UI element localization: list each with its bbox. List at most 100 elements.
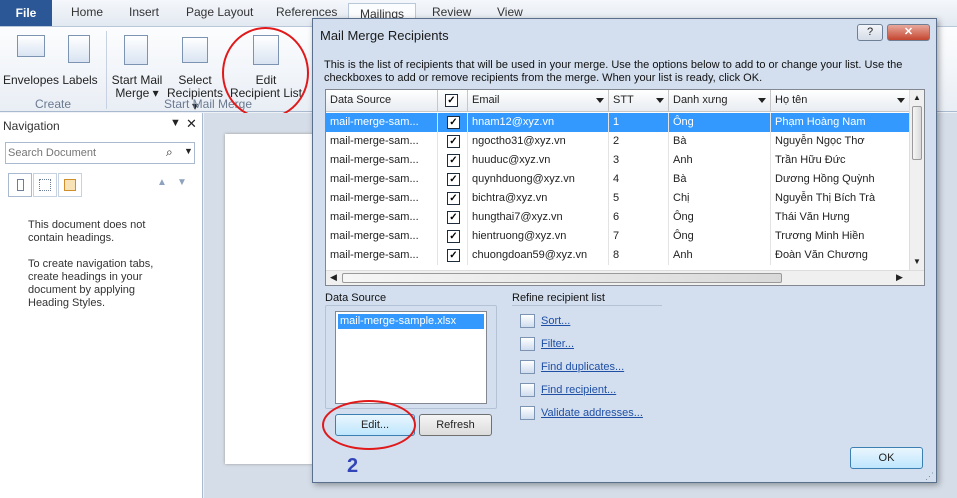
chevron-down-icon[interactable]: ▼ xyxy=(170,117,181,129)
cell-email: hientruong@xyz.vn xyxy=(468,227,609,246)
select-all-checkbox[interactable]: ✓ xyxy=(445,94,458,107)
select-recipients-button[interactable]: Select Recipients ▾ xyxy=(166,33,224,113)
browse-headings-tab[interactable] xyxy=(8,173,32,197)
chevron-down-icon[interactable] xyxy=(656,98,664,103)
data-source-list[interactable]: mail-merge-sample.xlsx xyxy=(335,311,487,404)
column-header-email[interactable]: Email xyxy=(468,90,609,112)
cell-ho-ten: Đoàn Văn Chương xyxy=(771,246,910,265)
step-number-2: 2 xyxy=(347,455,359,477)
cell-checkbox: ✓ xyxy=(438,189,468,208)
column-header-data-source[interactable]: Data Source xyxy=(326,90,438,112)
cell-ho-ten: Dương Hồng Quỳnh xyxy=(771,170,910,189)
column-header-danh-xung[interactable]: Danh xưng xyxy=(669,90,771,112)
dialog-description: This is the list of recipients that will… xyxy=(324,59,903,84)
cell-ho-ten: Trương Minh Hiền xyxy=(771,227,910,246)
grid-horizontal-scrollbar[interactable]: ◀ ▶ xyxy=(326,270,924,285)
cell-danh-xung: Anh xyxy=(669,246,771,265)
cell-checkbox: ✓ xyxy=(438,113,468,132)
ok-button[interactable]: OK xyxy=(850,447,923,469)
find-recipient-icon xyxy=(520,383,535,397)
no-headings-message: This document does not contain headings. xyxy=(28,219,146,244)
tab-home[interactable]: Home xyxy=(71,5,103,19)
grid-vertical-scrollbar[interactable]: ▲ ▼ xyxy=(909,90,924,271)
include-recipient-checkbox[interactable]: ✓ xyxy=(447,211,460,224)
include-recipient-checkbox[interactable]: ✓ xyxy=(447,249,460,262)
tab-review[interactable]: Review xyxy=(432,5,471,19)
start-mail-merge-label-line2: Merge ▾ xyxy=(115,86,159,100)
help-button[interactable]: ? xyxy=(857,24,883,41)
tab-references[interactable]: References xyxy=(276,5,337,19)
data-source-item[interactable]: mail-merge-sample.xlsx xyxy=(338,314,484,329)
chevron-down-icon[interactable] xyxy=(897,98,905,103)
envelopes-button[interactable]: Envelopes xyxy=(3,33,59,93)
vertical-scroll-thumb[interactable] xyxy=(912,106,922,160)
labels-label: Labels xyxy=(62,73,98,87)
create-headings-help: To create navigation tabs, create headin… xyxy=(28,258,154,309)
cell-checkbox: ✓ xyxy=(438,208,468,227)
find-duplicates-link[interactable]: Find duplicates... xyxy=(541,361,624,373)
chevron-down-icon[interactable] xyxy=(758,98,766,103)
find-recipient-link[interactable]: Find recipient... xyxy=(541,384,616,396)
table-row[interactable]: mail-merge-sam... ✓ hientruong@xyz.vn 7 Ông T… xyxy=(326,227,910,246)
envelope-icon xyxy=(17,35,45,57)
chevron-down-icon[interactable] xyxy=(596,98,604,103)
refine-divider xyxy=(512,305,662,306)
document-page[interactable] xyxy=(225,134,315,464)
browse-pages-tab[interactable] xyxy=(33,173,57,197)
table-row[interactable]: mail-merge-sam... ✓ ngoctho31@xyz.vn 2 Bà Ngu… xyxy=(326,132,910,151)
scroll-right-arrow[interactable]: ▶ xyxy=(896,272,903,283)
column-header-stt[interactable]: STT xyxy=(609,90,669,112)
cell-ho-ten: Thái Văn Hưng xyxy=(771,208,910,227)
column-header-checkbox[interactable]: ✓ xyxy=(438,90,468,112)
validate-addresses-link[interactable]: Validate addresses... xyxy=(541,407,643,419)
search-icon[interactable]: ⌕ xyxy=(166,145,173,160)
refresh-button[interactable]: Refresh xyxy=(419,414,492,436)
tab-insert[interactable]: Insert xyxy=(129,5,159,19)
table-row[interactable]: mail-merge-sam... ✓ huuduc@xyz.vn 3 Anh Trần … xyxy=(326,151,910,170)
table-row[interactable]: mail-merge-sam... ✓ bichtra@xyz.vn 5 Chị Nguy… xyxy=(326,189,910,208)
tab-file[interactable]: File xyxy=(0,0,52,26)
resize-grip-icon[interactable]: ⋰ xyxy=(925,471,934,482)
search-input[interactable] xyxy=(8,145,158,161)
close-icon[interactable]: ✕ xyxy=(186,116,197,132)
scroll-down-arrow[interactable]: ▼ xyxy=(913,257,921,266)
cell-stt: 5 xyxy=(609,189,669,208)
cell-danh-xung: Ông xyxy=(669,208,771,227)
chevron-up-icon[interactable]: ▲ xyxy=(157,177,167,188)
start-mail-merge-button[interactable]: Start Mail Merge ▾ xyxy=(110,33,164,100)
tab-page-layout[interactable]: Page Layout xyxy=(186,5,253,19)
find-duplicates-icon xyxy=(520,360,535,374)
sort-link[interactable]: Sort... xyxy=(541,315,570,327)
cell-danh-xung: Anh xyxy=(669,151,771,170)
headings-icon xyxy=(17,179,24,191)
cell-ho-ten: Nguyễn Ngọc Thơ xyxy=(771,132,910,151)
table-row[interactable]: mail-merge-sam... ✓ quynhduong@xyz.vn 4 Bà Dư… xyxy=(326,170,910,189)
chevron-down-icon[interactable]: ▼ xyxy=(177,177,187,188)
include-recipient-checkbox[interactable]: ✓ xyxy=(447,116,460,129)
search-document-field[interactable]: ⌕ ▼ xyxy=(5,142,195,164)
recipient-grid[interactable]: Data Source ✓ Email STT Danh xưng Họ tên… xyxy=(325,89,925,286)
include-recipient-checkbox[interactable]: ✓ xyxy=(447,173,460,186)
scroll-up-arrow[interactable]: ▲ xyxy=(913,93,921,102)
labels-button[interactable]: Labels xyxy=(60,33,100,93)
results-icon xyxy=(64,179,76,191)
browse-results-tab[interactable] xyxy=(58,173,82,197)
include-recipient-checkbox[interactable]: ✓ xyxy=(447,135,460,148)
filter-link[interactable]: Filter... xyxy=(541,338,574,350)
navigation-title: Navigation xyxy=(3,119,60,133)
scroll-left-arrow[interactable]: ◀ xyxy=(330,272,337,283)
include-recipient-checkbox[interactable]: ✓ xyxy=(447,154,460,167)
include-recipient-checkbox[interactable]: ✓ xyxy=(447,192,460,205)
chevron-down-icon[interactable]: ▼ xyxy=(184,146,193,156)
horizontal-scroll-thumb[interactable] xyxy=(342,273,782,283)
table-row[interactable]: mail-merge-sam... ✓ hnam12@xyz.vn 1 Ông Phạm … xyxy=(326,113,910,132)
table-row[interactable]: mail-merge-sam... ✓ hungthai7@xyz.vn 6 Ông Th… xyxy=(326,208,910,227)
include-recipient-checkbox[interactable]: ✓ xyxy=(447,230,460,243)
dialog-close-button[interactable]: ✕ xyxy=(887,24,930,41)
column-header-stt-label: STT xyxy=(613,94,634,106)
cell-data-source: mail-merge-sam... xyxy=(326,132,438,151)
column-header-ho-ten[interactable]: Họ tên xyxy=(771,90,910,112)
tab-view[interactable]: View xyxy=(497,5,523,19)
table-row[interactable]: mail-merge-sam... ✓ chuongdoan59@xyz.vn 8 An… xyxy=(326,246,910,265)
cell-checkbox: ✓ xyxy=(438,246,468,265)
